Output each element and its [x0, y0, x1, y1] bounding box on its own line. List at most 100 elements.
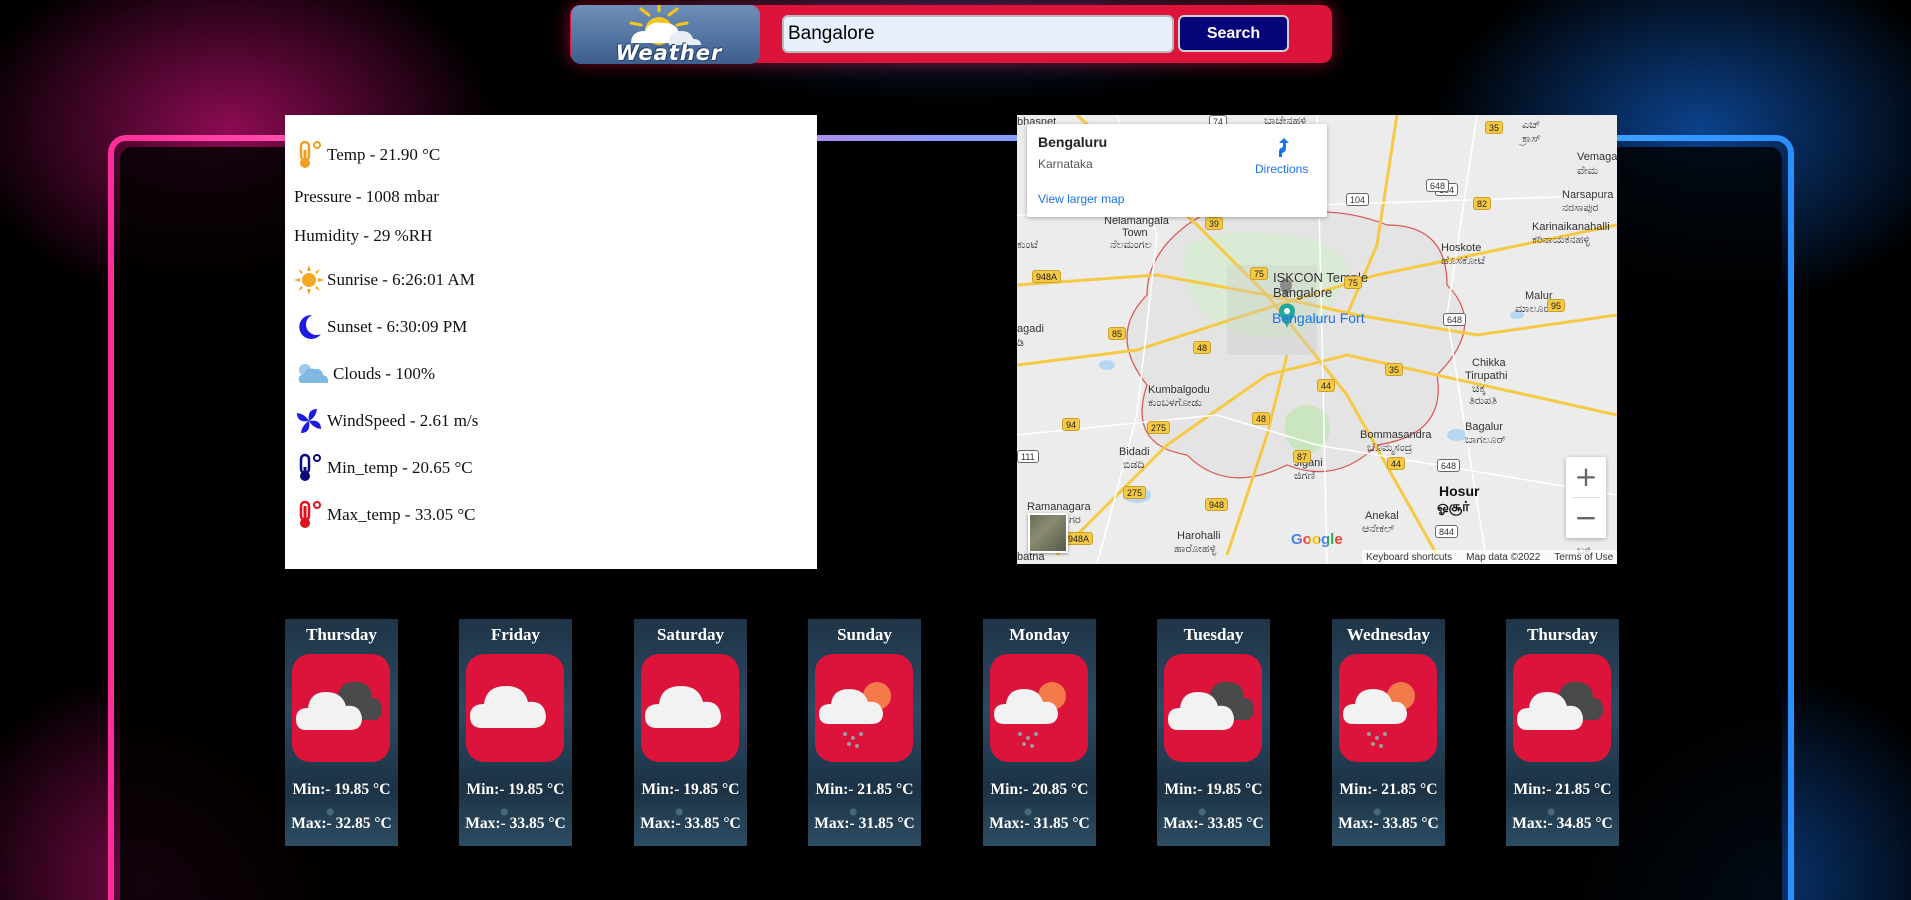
route-shield: 44	[1387, 457, 1406, 470]
map-label-ramanagara-kn: ಗರ	[1069, 514, 1081, 526]
map-place-region: Karnataka	[1038, 157, 1093, 171]
map-label-harohalli-kn: ಹಾರೋಹಳ್ಳಿ	[1174, 543, 1217, 555]
forecast-card-5: Tuesday Min:- 19.85 °C Max:- 33.85 °C	[1157, 619, 1270, 846]
cloudy-icon	[1164, 654, 1262, 762]
forecast-max: Max:- 31.85 °C	[814, 815, 915, 832]
keyboard-shortcuts-link[interactable]: Keyboard shortcuts	[1366, 552, 1452, 563]
route-shield: 948	[1205, 498, 1229, 511]
map-label-hosur: Hosur	[1439, 483, 1480, 499]
terms-link[interactable]: Terms of Use	[1554, 552, 1613, 563]
forecast-day: Monday	[1009, 625, 1070, 644]
min-temp-text: Min_temp - 20.65 °C	[327, 458, 473, 477]
map-label-tirupathi: Tirupathi	[1465, 370, 1508, 382]
map-label-vemaga-kn: ವೇಮ	[1577, 165, 1599, 177]
clouds-row: Clouds - 100%	[294, 359, 435, 389]
sunset-text: Sunset - 6:30:09 PM	[327, 317, 468, 336]
route-shield: 95	[1547, 299, 1566, 312]
route-shield: 94	[1062, 418, 1081, 431]
thermometer-orange-icon	[299, 140, 321, 168]
route-shield: 104	[1346, 193, 1370, 206]
forecast-max: Max:- 32.85 °C	[291, 815, 392, 832]
forecast-min: Min:- 19.85 °C	[466, 781, 565, 798]
map-label-anekal: Anekal	[1365, 510, 1399, 522]
city-search-input[interactable]	[782, 15, 1174, 53]
sun-icon	[294, 265, 324, 295]
forecast-day: Thursday	[306, 625, 377, 644]
map-label-topkn3: ಕ್ರಾಸ್	[1522, 133, 1541, 145]
forecast-card-6: Wednesday Min:- 21.85 °C Max:- 33.85 °C	[1332, 619, 1445, 846]
clouds-text: Clouds - 100%	[333, 364, 435, 383]
route-shield: 75	[1344, 276, 1363, 289]
route-shield: 275	[1123, 486, 1147, 499]
route-shield: 844	[1435, 525, 1459, 538]
map-label-jigani-kn: ಜಿಗಣಿ	[1294, 470, 1316, 482]
pressure-text: Pressure - 1008 mbar	[294, 187, 439, 206]
wind-fan-icon	[297, 409, 321, 433]
map-label-tirupathi-kn2: ತಿರುಪತಿ	[1469, 395, 1498, 407]
max-temp-row: Max_temp - 33.05 °C	[294, 500, 475, 530]
min-temp-row: Min_temp - 20.65 °C	[294, 453, 473, 483]
map-label-anekal-kn: ಆನೇಕಲ್	[1362, 523, 1395, 535]
map-label-agadi: agadi	[1017, 323, 1044, 335]
pressure-row: Pressure - 1008 mbar	[294, 187, 439, 207]
map-place-name: Bengaluru	[1038, 134, 1108, 150]
forecast-card-3: Sunday Min:- 21.85 °C Max:- 31.85 °C	[808, 619, 921, 846]
map-label-ramanagara: Ramanagara	[1027, 501, 1091, 513]
route-shield: 648	[1443, 313, 1467, 326]
search-button[interactable]: Search	[1178, 15, 1289, 52]
map-label-narsapura-kn: ನರಸಾಪುರ	[1562, 202, 1599, 214]
cloudy-icon	[292, 654, 390, 762]
directions-icon[interactable]	[1273, 136, 1295, 158]
map-label-karinaikanahalli-kn: ಕರಿನಾಯಕನಹಳ್ಳಿ	[1532, 234, 1590, 246]
forecast-min: Min:- 21.85 °C	[815, 781, 914, 798]
route-shield: 35	[1385, 363, 1404, 376]
map-label-hosur-ta: ஓசூர்	[1437, 498, 1470, 514]
forecast-min: Min:- 19.85 °C	[1164, 781, 1263, 798]
route-shield: 82	[1473, 197, 1492, 210]
view-larger-map-link[interactable]: View larger map	[1038, 192, 1124, 206]
route-shield: 35	[1485, 121, 1504, 134]
forecast-day: Saturday	[656, 625, 725, 644]
map-data-text: Map data ©2022	[1466, 551, 1541, 563]
cloud-icon	[641, 654, 739, 762]
sun-rain-icon	[815, 654, 913, 762]
max-temp-text: Max_temp - 33.05 °C	[327, 505, 476, 524]
map-label-hoskote: Hoskote	[1441, 242, 1482, 254]
satellite-toggle[interactable]	[1028, 513, 1068, 553]
directions-link[interactable]: Directions	[1255, 162, 1308, 176]
forecast-min: Min:- 19.85 °C	[292, 781, 391, 798]
google-logo: Google	[1291, 531, 1343, 548]
map-label-bommasandra: Bommasandra	[1360, 429, 1432, 441]
zoom-out-button[interactable]: −	[1566, 498, 1606, 538]
map-label-narsapura: Narsapura	[1562, 189, 1614, 201]
zoom-in-button[interactable]: +	[1566, 457, 1606, 497]
map-label-kumbalgodu-kn: ಕುಂಬಳಗೋಡು	[1148, 397, 1202, 409]
clouds-icon	[298, 364, 329, 383]
forecast-max: Max:- 34.85 °C	[1512, 815, 1613, 832]
cloud-icon	[466, 654, 564, 762]
route-shield: 48	[1252, 412, 1271, 425]
map-label-topkn2: ಎಚ್	[1522, 119, 1541, 131]
map-label-iskcon2[interactable]: Bangalore	[1273, 285, 1332, 300]
map-label-town: Town	[1122, 227, 1148, 239]
map-label-bommasandra-kn: ಬೊಮ್ಮಸಂದ್ರ	[1367, 442, 1413, 454]
map-label-bagalur-kn: ಬಾಗಲೂರ್	[1465, 434, 1506, 446]
windspeed-row: WindSpeed - 2.61 m/s	[294, 406, 478, 436]
map-label-vemaga: Vemaga	[1577, 151, 1617, 163]
sun-rain-icon	[990, 654, 1088, 762]
map-label-agadi-kn: ಡಿ	[1017, 337, 1024, 349]
map-label-harohalli: Harohalli	[1177, 530, 1221, 542]
forecast-card-4: Monday Min:- 20.85 °C Max:- 31.85 °C	[983, 619, 1096, 846]
map-label-bagalur: Bagalur	[1465, 421, 1503, 433]
thermometer-blue-icon	[299, 453, 321, 481]
forecast-day: Thursday	[1527, 625, 1598, 644]
google-map[interactable]: bhasnet ಬಾಚೇನಹಳ್ಳಿ ಎಚ್ ಕ್ರಾಸ್ Vemaga ವೇಮ…	[1017, 115, 1617, 564]
map-label-fort[interactable]: Bengaluru Fort	[1272, 310, 1365, 326]
map-footer: Keyboard shortcuts Map data ©2022 Terms …	[1362, 550, 1617, 564]
sunrise-text: Sunrise - 6:26:01 AM	[327, 270, 475, 289]
forecast-max: Max:- 33.85 °C	[465, 815, 566, 832]
map-label-bidadi: Bidadi	[1119, 446, 1150, 458]
forecast-min: Min:- 19.85 °C	[641, 781, 740, 798]
route-shield: 948A	[1032, 270, 1062, 283]
forecast-day: Tuesday	[1183, 625, 1244, 644]
